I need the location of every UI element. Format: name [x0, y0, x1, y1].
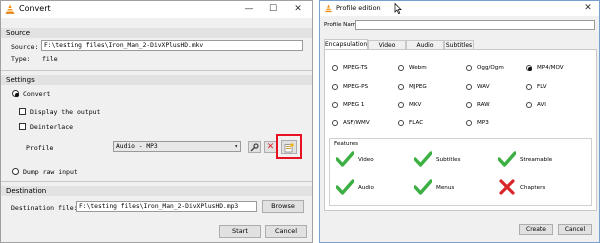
- create-button[interactable]: Create: [519, 224, 553, 235]
- maximize-button[interactable]: ☐: [263, 2, 283, 16]
- profile-titlebar: Profile edition ✕: [320, 1, 599, 16]
- check-icon: [335, 151, 355, 167]
- format-radio-flv[interactable]: [526, 84, 532, 90]
- wrench-icon: [250, 143, 259, 154]
- format-label: AVI: [537, 102, 546, 108]
- format-radio-mpeg1[interactable]: [332, 102, 338, 108]
- profile-name-input[interactable]: [355, 20, 595, 30]
- format-label: MP4/MOV: [537, 65, 564, 71]
- display-output-checkbox[interactable]: [19, 108, 26, 115]
- profile-select-value: Audio - MP3: [116, 143, 158, 150]
- format-label: MP3: [477, 120, 489, 126]
- format-radio-mp4[interactable]: [526, 65, 532, 71]
- type-value: file: [42, 55, 58, 63]
- check-icon: [497, 151, 517, 167]
- close-button[interactable]: ✕: [288, 2, 308, 16]
- window-title: Convert: [19, 4, 51, 13]
- format-radio-mjpeg[interactable]: [398, 84, 404, 90]
- format-label: MPEG-PS: [343, 84, 369, 90]
- format-label: FLV: [537, 84, 547, 90]
- format-label: MJPEG: [409, 84, 427, 90]
- browse-button[interactable]: Browse: [262, 200, 304, 213]
- destination-section-header: Destination: [1, 186, 312, 196]
- check-icon: [413, 151, 433, 167]
- profile-window: Profile edition ✕ Profile Name Encapsula…: [319, 0, 600, 243]
- source-section-header: Source: [1, 28, 312, 38]
- feature-label: Streamable: [520, 157, 553, 163]
- format-radio-webm[interactable]: [398, 65, 404, 71]
- format-radio-avi[interactable]: [526, 102, 532, 108]
- format-label: FLAC: [409, 120, 424, 126]
- format-radio-wav[interactable]: [466, 84, 472, 90]
- profile-window-title: Profile edition: [336, 4, 381, 12]
- format-radio-mkv[interactable]: [398, 102, 404, 108]
- profile-close-button[interactable]: ✕: [579, 1, 597, 15]
- convert-titlebar: Convert — ☐ ✕: [1, 1, 312, 18]
- destination-label: Destination file:: [11, 204, 78, 212]
- settings-section-header: Settings: [1, 75, 312, 85]
- vlc-cone-icon: [324, 4, 333, 13]
- divider: [1, 70, 312, 71]
- convert-option-label: Convert: [23, 90, 51, 98]
- start-button[interactable]: Start: [219, 225, 261, 238]
- format-label: MKV: [409, 102, 422, 108]
- destination-input[interactable]: F:\testing files\Iron_Man_2-DivXPlusHD.m…: [76, 201, 257, 212]
- format-label: ASF/WMV: [343, 120, 370, 126]
- features-title: Features: [334, 141, 359, 147]
- check-icon: [335, 179, 355, 195]
- check-icon: [413, 179, 433, 195]
- convert-window: Convert — ☐ ✕ Source Source: F:\testing …: [0, 0, 313, 243]
- feature-label: Audio: [358, 185, 374, 191]
- feature-label: Chapters: [520, 185, 546, 191]
- minimize-button[interactable]: —: [239, 2, 259, 16]
- format-radio-flac[interactable]: [398, 120, 404, 126]
- format-label: Ogg/Ogm: [477, 65, 504, 71]
- dump-raw-label: Dump raw input: [23, 168, 78, 176]
- format-radio-ogg[interactable]: [466, 65, 472, 71]
- chevron-down-icon: ▾: [234, 143, 238, 150]
- convert-radio[interactable]: [12, 90, 19, 97]
- profile-cancel-button[interactable]: Cancel: [558, 224, 592, 235]
- format-label: WAV: [477, 84, 490, 90]
- cross-icon: [498, 179, 516, 195]
- format-label: MPEG 1: [343, 102, 365, 108]
- format-radio-mpeg-ts[interactable]: [332, 65, 338, 71]
- edit-profile-button[interactable]: [248, 141, 261, 153]
- new-profile-icon: [284, 142, 294, 155]
- source-input[interactable]: F:\testing files\Iron_Man_2-DivXPlusHD.m…: [41, 40, 303, 51]
- format-radio-raw[interactable]: [466, 102, 472, 108]
- deinterlace-checkbox[interactable]: [19, 123, 26, 130]
- format-radio-asf[interactable]: [332, 120, 338, 126]
- profile-label: Profile: [26, 144, 54, 152]
- feature-label: Menus: [436, 185, 455, 191]
- vlc-cone-icon: [5, 4, 15, 14]
- dump-raw-radio[interactable]: [12, 168, 19, 175]
- new-profile-button[interactable]: [281, 140, 297, 154]
- encapsulation-panel: MPEG-TS Webm Ogg/Ogm MP4/MOV MPEG-PS MJP…: [324, 49, 597, 211]
- delete-icon: ✕: [266, 142, 275, 152]
- format-radio-mpeg-ps[interactable]: [332, 84, 338, 90]
- display-output-label: Display the output: [30, 108, 101, 116]
- type-label: Type:: [11, 55, 31, 63]
- deinterlace-label: Deinterlace: [30, 123, 74, 131]
- feature-label: Subtitles: [436, 157, 461, 163]
- format-label: RAW: [477, 102, 490, 108]
- features-group: Features Video Subtitles Streamable Audi…: [329, 138, 592, 206]
- divider: [1, 181, 312, 182]
- mouse-cursor-icon: [394, 2, 402, 14]
- format-radio-mp3[interactable]: [466, 120, 472, 126]
- profile-select[interactable]: Audio - MP3 ▾: [113, 141, 241, 152]
- format-label: MPEG-TS: [343, 65, 368, 71]
- feature-label: Video: [358, 157, 374, 163]
- cancel-button[interactable]: Cancel: [265, 225, 307, 238]
- source-label: Source:: [11, 43, 39, 51]
- format-label: Webm: [409, 65, 427, 71]
